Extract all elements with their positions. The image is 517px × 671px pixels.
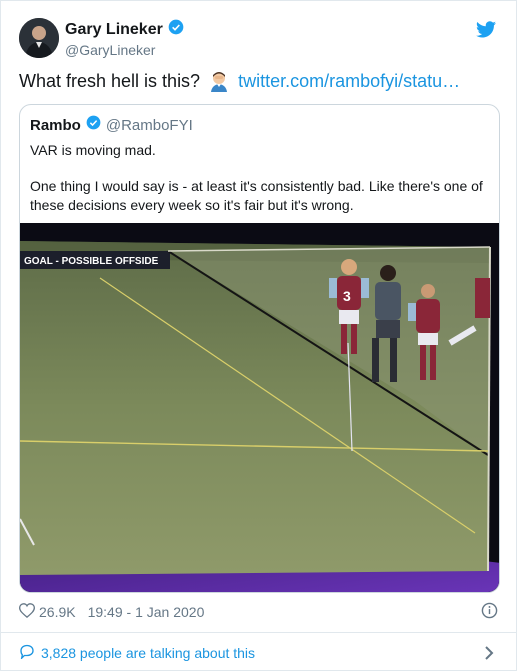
tweet-meta: 26.9K 19:49 - 1 Jan 2020 xyxy=(18,603,205,621)
author-name-row[interactable]: Gary Lineker xyxy=(65,19,184,40)
media-caption: GOAL - POSSIBLE OFFSIDE xyxy=(24,256,159,267)
player-shirt-number: 3 xyxy=(343,288,351,304)
quote-media-image[interactable]: GOAL - POSSIBLE OFFSIDE 3 xyxy=(20,223,499,592)
quote-line-3: these decisions every week so it's fair … xyxy=(30,197,354,213)
verified-badge-icon xyxy=(168,19,184,40)
tweet-timestamp[interactable]: 19:49 - 1 Jan 2020 xyxy=(88,604,205,620)
conversation-link[interactable]: 3,828 people are talking about this xyxy=(19,644,255,662)
tweet-body: What fresh hell is this? xyxy=(19,70,201,91)
quote-header: Rambo @RamboFYI xyxy=(30,115,193,135)
author-name[interactable]: Gary Lineker xyxy=(65,21,163,39)
twitter-bird-icon[interactable] xyxy=(476,21,496,43)
author-avatar[interactable] xyxy=(19,18,59,58)
quote-author-handle[interactable]: @RamboFYI xyxy=(106,117,193,134)
quote-line-1: VAR is moving mad. xyxy=(30,142,156,158)
verified-badge-icon xyxy=(86,115,101,135)
like-count[interactable]: 26.9K xyxy=(39,604,76,620)
facepalm-emoji-icon xyxy=(208,70,230,92)
speech-bubble-icon xyxy=(19,644,35,662)
tweet-card: Gary Lineker @GaryLineker What fresh hel… xyxy=(0,0,517,671)
footer-divider xyxy=(1,632,516,633)
info-icon[interactable] xyxy=(481,602,498,624)
tweet-text: What fresh hell is this? twitter.com/ram… xyxy=(19,70,460,92)
heart-icon[interactable] xyxy=(18,603,36,621)
quote-line-2: One thing I would say is - at least it's… xyxy=(30,178,483,194)
conversation-count[interactable]: 3,828 people are talking about this xyxy=(41,645,255,661)
quoted-tweet[interactable]: Rambo @RamboFYI VAR is moving mad. One t… xyxy=(19,104,500,593)
quote-author-name[interactable]: Rambo xyxy=(30,117,81,134)
chevron-right-icon[interactable] xyxy=(484,646,494,665)
author-handle[interactable]: @GaryLineker xyxy=(65,42,155,58)
tweet-link[interactable]: twitter.com/rambofyi/statu… xyxy=(238,71,460,92)
